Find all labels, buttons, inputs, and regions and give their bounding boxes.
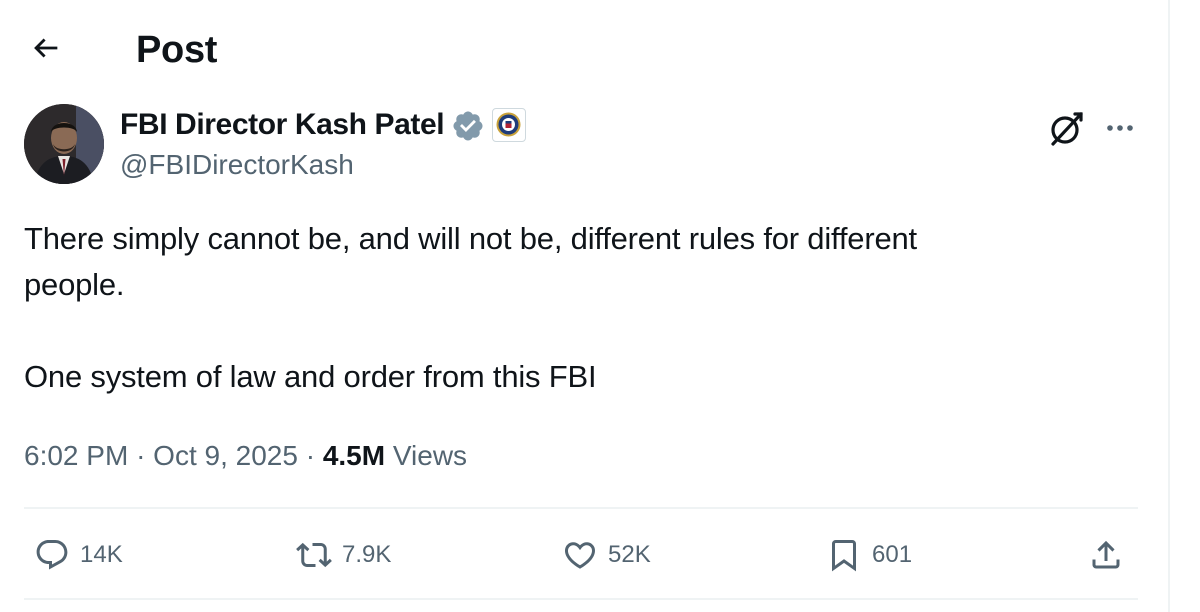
like-button[interactable]: 52K [562, 530, 651, 580]
like-count: 52K [608, 541, 651, 568]
divider-top [24, 507, 1138, 509]
verified-badge-icon[interactable] [451, 109, 485, 143]
post-meta: 6:02 PM · Oct 9, 2025 · 4.5M Views [24, 436, 467, 476]
reply-button[interactable]: 14K [34, 530, 123, 580]
divider-bottom [24, 598, 1138, 600]
repost-button[interactable]: 7.9K [296, 530, 391, 580]
header: Post [0, 0, 1168, 100]
grok-icon[interactable] [1046, 108, 1086, 148]
post-text-line: people. [24, 267, 125, 302]
avatar-portrait [24, 104, 104, 184]
bookmark-button[interactable]: 601 [826, 530, 912, 580]
fbi-seal-icon[interactable] [492, 108, 526, 142]
bookmark-count: 601 [872, 541, 913, 568]
post-text-line: One system of law and order from this FB… [24, 359, 597, 394]
reply-icon [36, 540, 68, 570]
post-text: There simply cannot be, and will not be,… [24, 216, 1144, 400]
bookmark-icon [832, 540, 856, 572]
avatar[interactable] [24, 104, 104, 184]
meta-separator: · [305, 440, 316, 471]
column-border [1168, 0, 1170, 612]
page-title: Post [136, 29, 218, 71]
post-text-line: There simply cannot be, and will not be,… [24, 221, 917, 256]
share-icon [1092, 540, 1120, 569]
repost-count: 7.9K [342, 541, 392, 568]
heart-icon [564, 542, 596, 569]
back-button[interactable] [26, 28, 66, 68]
author-handle[interactable]: @FBIDirectorKash [120, 148, 354, 182]
more-options-icon[interactable] [1100, 108, 1140, 148]
views-count: 4.5M [322, 440, 386, 471]
meta-separator: · [136, 440, 146, 471]
share-button[interactable] [1088, 530, 1124, 580]
author-name[interactable]: FBI Director Kash Patel [120, 106, 445, 144]
post-time[interactable]: 6:02 PM [24, 440, 128, 471]
arrow-left-icon [34, 38, 58, 58]
post-date[interactable]: Oct 9, 2025 [153, 440, 298, 471]
views-label: Views [392, 440, 468, 471]
repost-icon [296, 542, 332, 568]
reply-count: 14K [80, 541, 123, 568]
